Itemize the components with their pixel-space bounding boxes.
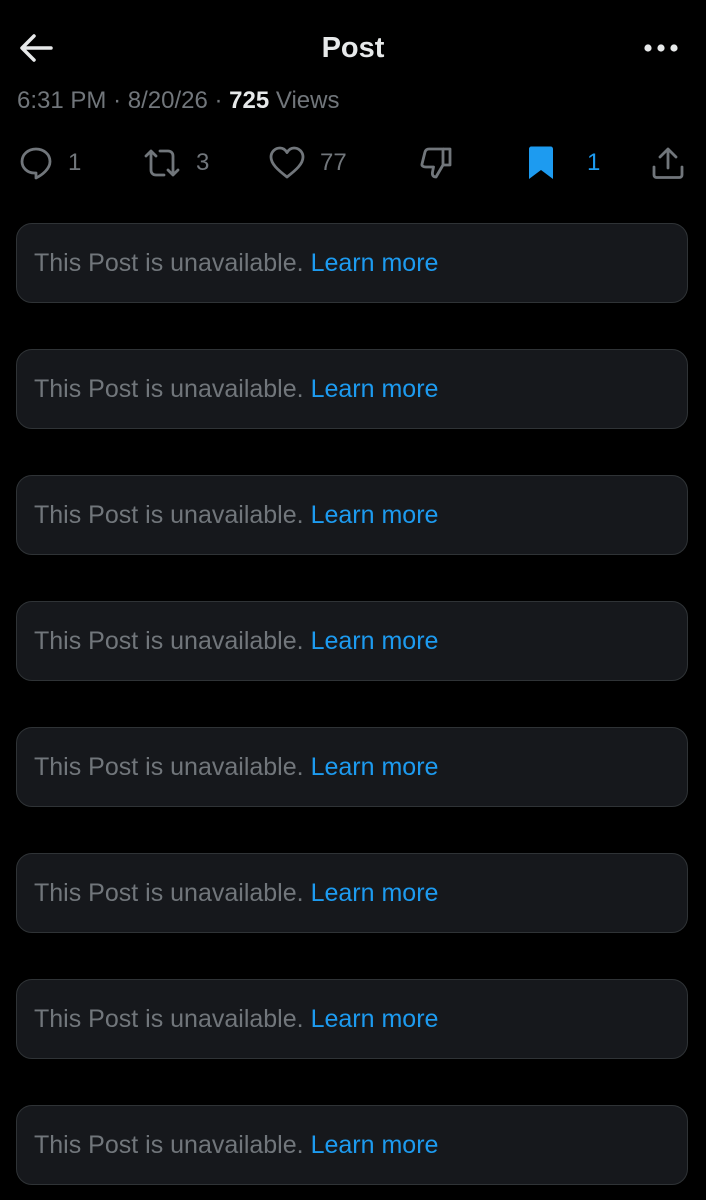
heart-icon <box>269 146 305 179</box>
learn-more-link[interactable]: Learn more <box>311 1131 439 1160</box>
unavailable-post-notice: This Post is unavailable. Learn more <box>16 601 688 681</box>
unavailable-text: This Post is unavailable. <box>34 1004 304 1033</box>
unavailable-post-notice: This Post is unavailable. Learn more <box>16 853 688 933</box>
learn-more-link[interactable]: Learn more <box>311 1005 439 1034</box>
top-bar: Post <box>0 0 706 96</box>
like-count: 77 <box>320 149 347 176</box>
unavailable-post-notice: This Post is unavailable. Learn more <box>16 1105 688 1185</box>
like-button[interactable]: 77 <box>268 138 347 188</box>
unavailable-post-notice: This Post is unavailable. Learn more <box>16 727 688 807</box>
learn-more-link[interactable]: Learn more <box>311 879 439 908</box>
bookmark-count: 1 <box>587 149 601 176</box>
learn-more-link[interactable]: Learn more <box>311 249 439 278</box>
learn-more-link[interactable]: Learn more <box>311 753 439 782</box>
learn-more-link[interactable]: Learn more <box>311 627 439 656</box>
meta-separator: · <box>214 87 223 114</box>
action-bar: 1 3 77 1 <box>0 138 706 188</box>
bookmark-icon <box>529 146 553 179</box>
unavailable-text: This Post is unavailable. <box>34 1130 304 1159</box>
post-meta: 6:31 PM · 8/20/26 · 725 Views <box>17 84 339 118</box>
unavailable-post-notice: This Post is unavailable. Learn more <box>16 475 688 555</box>
unavailable-text: This Post is unavailable. <box>34 626 304 655</box>
reply-count: 1 <box>68 149 82 176</box>
views-count: 725 <box>229 87 270 114</box>
reply-button[interactable]: 1 <box>18 138 81 188</box>
repost-button[interactable]: 3 <box>142 138 209 188</box>
unavailable-text: This Post is unavailable. <box>34 374 304 403</box>
unavailable-post-notice: This Post is unavailable. Learn more <box>16 349 688 429</box>
unavailable-text: This Post is unavailable. <box>34 500 304 529</box>
thumbs-down-icon <box>420 147 452 179</box>
unavailable-post-notice: This Post is unavailable. Learn more <box>16 223 688 303</box>
bookmark-button[interactable]: 1 <box>525 138 600 188</box>
share-button[interactable] <box>650 138 686 188</box>
meta-separator: · <box>113 87 122 114</box>
views-label[interactable]: Views <box>276 87 340 114</box>
unavailable-text: This Post is unavailable. <box>34 248 304 277</box>
unavailable-text: This Post is unavailable. <box>34 878 304 907</box>
repost-count: 3 <box>196 149 210 176</box>
more-horizontal-icon <box>644 44 678 52</box>
unavailable-post-notice: This Post is unavailable. Learn more <box>16 979 688 1059</box>
learn-more-link[interactable]: Learn more <box>311 375 439 404</box>
share-icon <box>652 147 684 179</box>
post-time: 6:31 PM <box>17 87 107 114</box>
post-date: 8/20/26 <box>127 87 208 114</box>
page-title: Post <box>321 32 385 64</box>
more-options-button[interactable] <box>636 28 686 68</box>
repost-icon <box>144 149 180 177</box>
unavailable-text: This Post is unavailable. <box>34 752 304 781</box>
learn-more-link[interactable]: Learn more <box>311 501 439 530</box>
dislike-button[interactable] <box>418 138 454 188</box>
reply-icon <box>20 147 52 180</box>
